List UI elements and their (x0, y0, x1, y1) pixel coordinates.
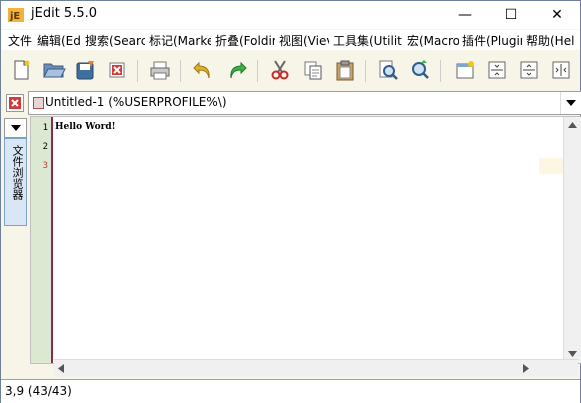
line-number: 3 (42, 161, 48, 171)
line-number: 1 (42, 123, 48, 133)
menu-file[interactable]: 文件 (8, 32, 34, 49)
copy-button[interactable] (299, 56, 327, 84)
close-button[interactable]: ✕ (534, 1, 580, 29)
find-next-icon (412, 60, 429, 79)
find-button[interactable] (374, 56, 402, 84)
paste-button[interactable] (331, 56, 359, 84)
buffer-selector[interactable]: Untitled-1 (%USERPROFILE%\) (28, 91, 581, 115)
buffer-dropdown-button[interactable] (560, 92, 581, 114)
split-vertical-button[interactable] (515, 56, 543, 84)
file-browser-tab-label: 文件浏览器 (11, 145, 24, 200)
cut-button[interactable] (266, 56, 294, 84)
menu-markers[interactable]: 标记(Marke (149, 32, 211, 49)
new-view-button[interactable] (451, 56, 479, 84)
close-buffer-icon (9, 97, 21, 109)
vertical-scrollbar[interactable] (563, 117, 581, 363)
jedit-logo-icon: jE (8, 8, 24, 22)
new-file-icon (14, 60, 30, 80)
menu-bar: 文件 编辑(Ed 搜索(Searc 标记(Marke 折叠(Foldir 视图(… (1, 30, 580, 50)
unsplit-button[interactable] (547, 56, 575, 84)
scroll-up-icon[interactable] (568, 122, 577, 128)
close-file-button[interactable] (103, 56, 131, 84)
print-button[interactable] (146, 56, 174, 84)
scroll-left-icon[interactable] (58, 364, 64, 373)
file-browser-tab[interactable]: 文件浏览器 (4, 138, 27, 226)
caret-position: 3,9 (43/43) (5, 384, 72, 398)
buffer-name: Untitled-1 (%USERPROFILE%\) (45, 95, 227, 109)
toolbar-separator (257, 60, 258, 82)
jedit-window: jE jEdit 5.5.0 — ☐ ✕ 文件 编辑(Ed 搜索(Searc 标… (0, 0, 581, 403)
save-file-icon (76, 61, 94, 80)
toolbar-separator (440, 60, 441, 82)
minimize-button[interactable]: — (442, 1, 488, 29)
unsplit-icon (552, 61, 570, 79)
line-number-gutter: 1 2 3 (31, 117, 53, 363)
undo-icon (193, 61, 210, 79)
toolbar-separator (137, 60, 138, 82)
find-next-button[interactable] (406, 56, 434, 84)
dock-menu-button[interactable] (4, 118, 27, 138)
split-horizontal-button[interactable] (483, 56, 511, 84)
buffer-switcher-bar: Untitled-1 (%USERPROFILE%\) (1, 90, 581, 115)
print-icon (150, 61, 170, 80)
menu-macros[interactable]: 宏(Macro (407, 32, 459, 49)
menu-folding[interactable]: 折叠(Foldir (215, 32, 275, 49)
save-file-button[interactable] (72, 56, 100, 84)
split-vertical-icon (520, 61, 538, 79)
menu-view[interactable]: 视图(Viev (279, 32, 329, 49)
scroll-down-icon[interactable] (568, 351, 577, 357)
menu-help[interactable]: 帮助(Hel (526, 32, 578, 49)
horizontal-scrollbar[interactable] (54, 359, 578, 377)
text-area[interactable]: Hello Word! (55, 117, 563, 363)
new-view-icon (456, 61, 474, 79)
left-dock: 文件浏览器 (1, 116, 28, 378)
menu-edit[interactable]: 编辑(Ed (37, 32, 82, 49)
title-bar: jE jEdit 5.5.0 — ☐ ✕ (1, 1, 580, 29)
menu-plugins[interactable]: 插件(Plugir (462, 32, 522, 49)
maximize-icon: ☐ (504, 7, 518, 23)
svg-text:jE: jE (9, 11, 20, 22)
paste-icon (336, 60, 354, 81)
chevron-down-icon (10, 125, 21, 131)
menu-search[interactable]: 搜索(Searc (85, 32, 145, 49)
close-buffer-button[interactable] (6, 94, 24, 112)
close-file-icon (109, 62, 125, 78)
status-bar: 3,9 (43/43) (1, 379, 580, 403)
toolbar-separator (180, 60, 181, 82)
buffer-file-icon (33, 97, 44, 109)
maximize-button[interactable]: ☐ (488, 1, 534, 29)
toolbar-separator (365, 60, 366, 82)
text-line: Hello Word! (55, 122, 116, 132)
cut-icon (271, 60, 289, 80)
line-number: 2 (42, 142, 48, 152)
redo-button[interactable] (223, 56, 251, 84)
chevron-down-icon (566, 100, 576, 106)
open-file-button[interactable] (40, 56, 68, 84)
minimize-icon: — (458, 7, 472, 23)
text-editor[interactable]: 1 2 3 Hello Word! (30, 116, 581, 364)
redo-icon (230, 61, 247, 79)
close-icon: ✕ (551, 7, 563, 23)
copy-icon (304, 61, 322, 80)
menu-utilities[interactable]: 工具集(Utiliti (333, 32, 403, 49)
open-file-icon (43, 63, 66, 78)
find-icon (379, 60, 398, 80)
scroll-right-icon[interactable] (523, 364, 529, 373)
window-title: jEdit 5.5.0 (31, 6, 97, 21)
split-horizontal-icon (488, 61, 506, 79)
undo-button[interactable] (189, 56, 217, 84)
toolbar (1, 52, 580, 88)
new-file-button[interactable] (7, 56, 35, 84)
current-line-highlight (539, 158, 563, 174)
